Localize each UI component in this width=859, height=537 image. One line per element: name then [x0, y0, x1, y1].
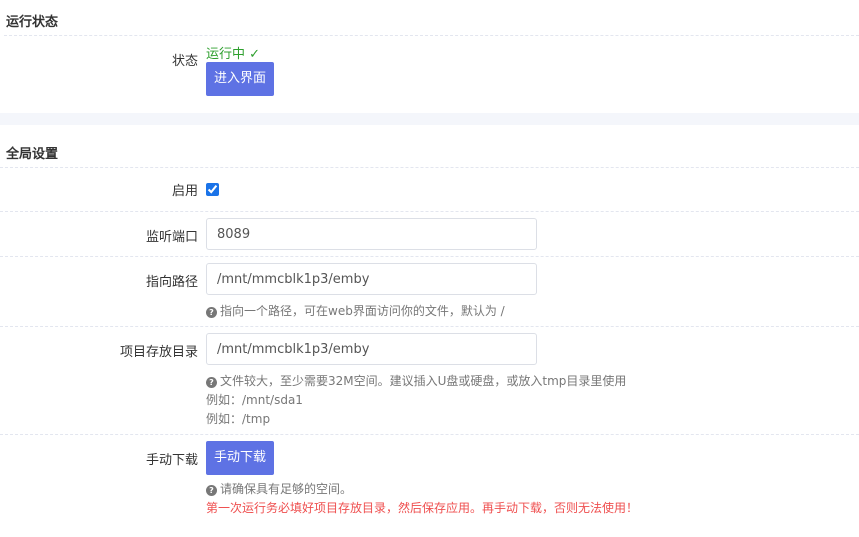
global-settings-title: 全局设置 — [6, 147, 59, 162]
project-dir-label: 项目存放目录 — [119, 345, 198, 360]
run-status-section: 运行状态 状态 运行中 ✓ 进入界面 — [0, 0, 859, 113]
help-icon: ? — [206, 307, 217, 318]
path-help: ? 指向一个路径，可在web界面访问你的文件，默认为 / — [206, 302, 505, 321]
global-settings-section: 全局设置 启用 监听端口 指向路径 ?指向一个路径，可在web界面访问你的文件，… — [0, 125, 859, 537]
project-dir-help-text: 文件较大，至少需要32M空间。建议插入U盘或硬盘，或放入tmp目录里使用 — [220, 374, 627, 388]
run-status-title: 运行状态 — [6, 15, 59, 30]
path-divider — [0, 326, 859, 327]
project-dir-help: ? 文件较大，至少需要32M空间。建议插入U盘或硬盘，或放入tmp目录里使用 — [206, 372, 626, 391]
path-label: 指向路径 — [145, 275, 198, 290]
path-input[interactable] — [206, 263, 537, 295]
path-help-text: 指向一个路径，可在web界面访问你的文件，默认为 / — [220, 304, 505, 318]
enable-label: 启用 — [171, 184, 198, 199]
help-icon: ? — [206, 377, 217, 388]
port-divider — [0, 256, 859, 257]
run-status-divider — [4, 35, 859, 36]
manual-download-label: 手动下载 — [145, 453, 198, 468]
manual-download-button[interactable]: 手动下载 — [206, 441, 275, 475]
status-running-text: 运行中 ✓ — [206, 47, 261, 62]
enable-divider — [0, 211, 859, 212]
manual-download-help: ? 请确保具有足够的空间。 — [206, 480, 352, 499]
port-input[interactable] — [206, 218, 537, 250]
manual-download-help-text: 请确保具有足够的空间。 — [220, 482, 353, 496]
section-gap — [0, 113, 859, 125]
project-dir-example-1: 例如：/mnt/sda1 — [206, 393, 303, 407]
project-dir-divider — [0, 434, 859, 435]
help-icon: ? — [206, 485, 217, 496]
enable-checkbox[interactable] — [206, 183, 219, 196]
project-dir-input[interactable] — [206, 333, 537, 365]
project-dir-example-2: 例如：/tmp — [206, 412, 271, 426]
port-label: 监听端口 — [145, 230, 198, 245]
manual-download-warning: 第一次运行务必填好项目存放目录，然后保存应用。再手动下载，否则无法使用！ — [206, 501, 639, 515]
status-label: 状态 — [171, 54, 198, 69]
global-settings-divider — [0, 167, 859, 168]
enter-ui-button[interactable]: 进入界面 — [206, 62, 275, 96]
